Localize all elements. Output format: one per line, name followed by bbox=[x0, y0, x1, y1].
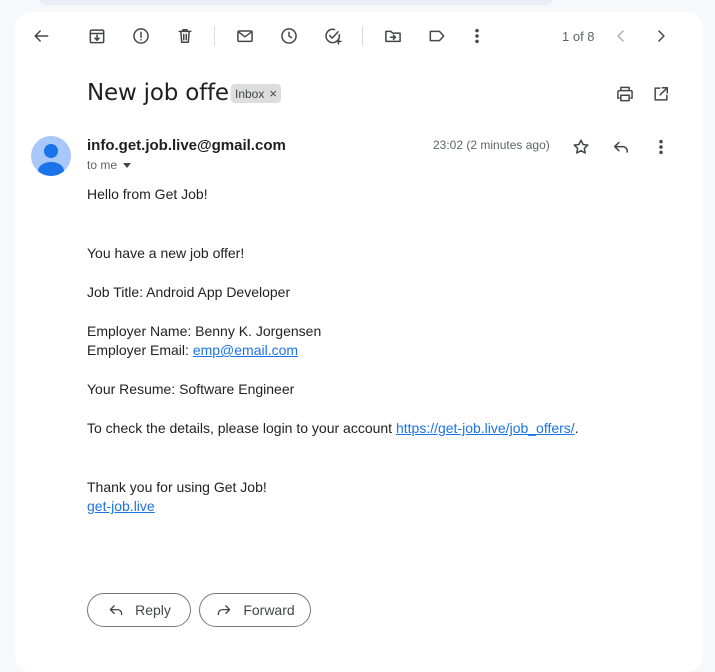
toolbar-divider bbox=[214, 26, 215, 46]
archive-button[interactable] bbox=[81, 20, 113, 52]
person-icon bbox=[38, 144, 64, 176]
move-to-icon bbox=[385, 30, 401, 43]
reply-icon-button[interactable] bbox=[605, 131, 637, 163]
remove-label-button[interactable]: × bbox=[269, 86, 277, 101]
job-offers-link[interactable]: https://get-job.live/job_offers/ bbox=[396, 420, 575, 436]
body-employer-name: Employer Name: Benny K. Jorgensen bbox=[87, 323, 322, 339]
body-resume: Your Resume: Software Engineer bbox=[87, 381, 295, 397]
print-icon bbox=[617, 86, 633, 102]
body-details: To check the details, please login to yo… bbox=[87, 420, 579, 436]
body-intro: You have a new job offer! bbox=[87, 245, 245, 261]
delete-button[interactable] bbox=[169, 20, 201, 52]
recipient-text: to me bbox=[87, 158, 118, 172]
top-strip bbox=[40, 0, 552, 5]
open-in-new-icon bbox=[654, 87, 668, 101]
report-spam-icon bbox=[133, 28, 149, 44]
back-button[interactable] bbox=[25, 20, 57, 52]
older-button[interactable] bbox=[645, 20, 677, 52]
employer-email-link[interactable]: emp@email.com bbox=[193, 342, 298, 358]
reply-icon bbox=[614, 141, 628, 153]
labels-button[interactable] bbox=[421, 20, 453, 52]
forward-button[interactable]: Forward bbox=[199, 593, 311, 627]
forward-icon bbox=[218, 605, 231, 616]
add-to-tasks-icon bbox=[325, 28, 342, 45]
avatar[interactable] bbox=[31, 136, 71, 176]
more-vert-icon bbox=[659, 139, 663, 155]
archive-icon bbox=[89, 29, 105, 44]
newer-button[interactable] bbox=[605, 20, 637, 52]
caret-down-icon bbox=[123, 163, 132, 168]
back-arrow-icon bbox=[34, 30, 49, 42]
move-to-button[interactable] bbox=[377, 20, 409, 52]
snooze-button[interactable] bbox=[273, 20, 305, 52]
site-link[interactable]: get-job.live bbox=[87, 498, 155, 514]
add-to-tasks-button[interactable] bbox=[317, 20, 349, 52]
labels-icon bbox=[429, 30, 445, 42]
body-greeting: Hello from Get Job! bbox=[87, 186, 208, 202]
employer-email-label: Employer Email: bbox=[87, 342, 193, 358]
star-icon bbox=[573, 139, 589, 154]
reply-label: Reply bbox=[135, 602, 171, 618]
chevron-left-icon bbox=[617, 30, 624, 42]
more-vert-icon bbox=[475, 28, 479, 44]
reply-icon bbox=[109, 605, 123, 616]
message-more-button[interactable] bbox=[645, 131, 677, 163]
mark-unread-button[interactable] bbox=[229, 20, 261, 52]
reply-button[interactable]: Reply bbox=[87, 593, 191, 627]
email-timestamp: 23:02 (2 minutes ago) bbox=[433, 138, 550, 152]
body-job-title: Job Title: Android App Developer bbox=[87, 284, 291, 300]
email-subject: New job offer bbox=[87, 80, 239, 106]
label-text: Inbox bbox=[235, 86, 265, 101]
print-button[interactable] bbox=[609, 78, 641, 110]
forward-label: Forward bbox=[243, 602, 295, 618]
inbox-label-chip: Inbox × bbox=[231, 84, 281, 103]
chevron-right-icon bbox=[658, 30, 665, 42]
body-employer-email: Employer Email: emp@email.com bbox=[87, 342, 298, 358]
recipient-details-toggle[interactable]: to me bbox=[87, 158, 132, 172]
star-button[interactable] bbox=[565, 131, 597, 163]
more-options-button[interactable] bbox=[461, 20, 493, 52]
body-thanks: Thank you for using Get Job! bbox=[87, 479, 267, 495]
delete-icon bbox=[178, 29, 192, 43]
snooze-icon bbox=[281, 28, 297, 44]
details-suffix: . bbox=[574, 420, 579, 436]
open-new-window-button[interactable] bbox=[645, 78, 677, 110]
body-site: get-job.live bbox=[87, 498, 155, 514]
details-text: To check the details, please login to yo… bbox=[87, 420, 396, 436]
sender-email[interactable]: info.get.job.live@gmail.com bbox=[87, 137, 286, 154]
mark-unread-icon bbox=[237, 30, 253, 43]
message-counter: 1 of 8 bbox=[562, 29, 595, 44]
report-spam-button[interactable] bbox=[125, 20, 157, 52]
toolbar-divider bbox=[362, 26, 363, 46]
